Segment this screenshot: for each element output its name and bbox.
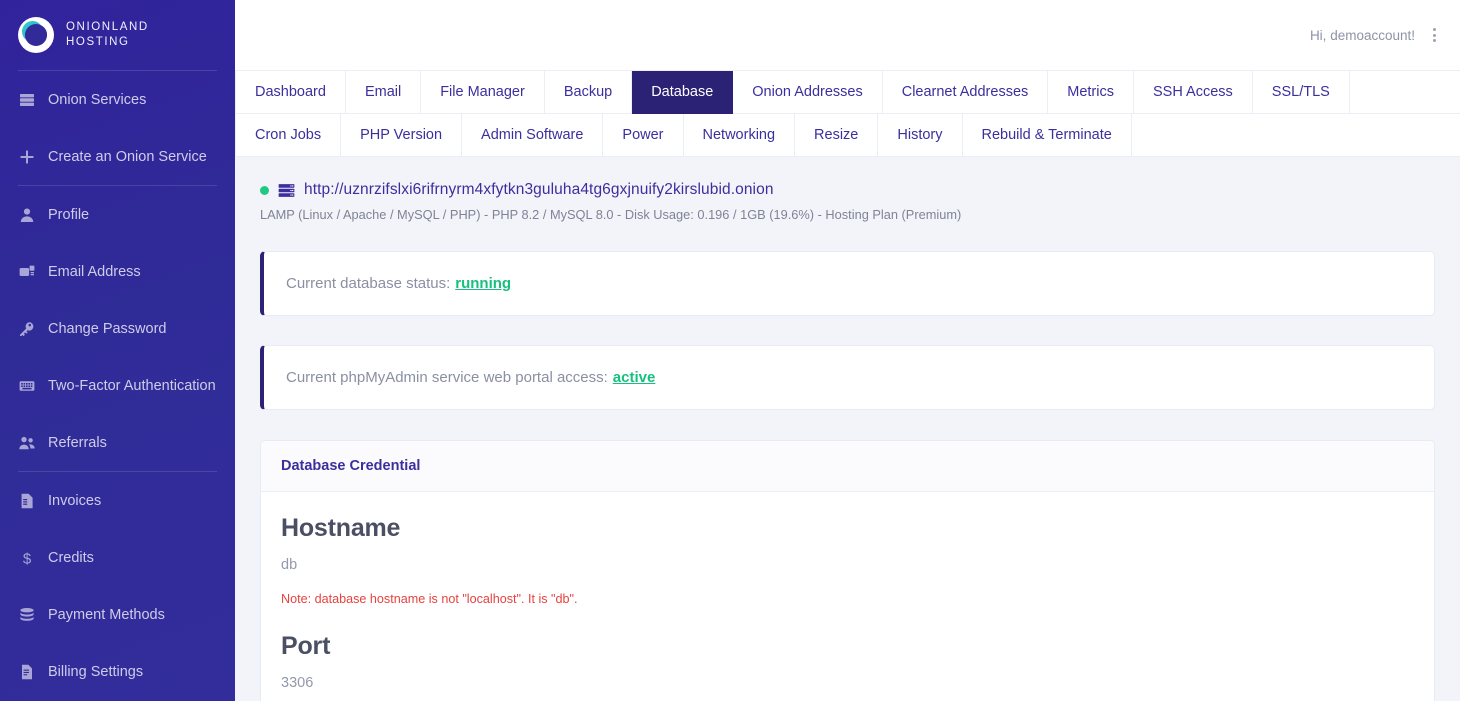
tab-row-filler <box>1349 71 1460 114</box>
card-body: Hostname db Note: database hostname is n… <box>261 492 1434 701</box>
sidebar-item-label: Referrals <box>48 434 107 451</box>
phpmyadmin-status-label: Current phpMyAdmin service web portal ac… <box>286 369 608 386</box>
service-tabs: Dashboard Email File Manager Backup Data… <box>235 70 1460 157</box>
field-port: Port 3306 <box>281 632 1414 691</box>
mailbox-icon <box>18 263 35 280</box>
sidebar-item-change-password[interactable]: Change Password <box>0 300 235 357</box>
card-title: Database Credential <box>261 441 1434 492</box>
service-summary: LAMP (Linux / Apache / MySQL / PHP) - PH… <box>260 207 962 222</box>
invoice-icon <box>18 492 35 509</box>
database-status-alert: Current database status: running <box>260 251 1435 316</box>
sidebar-item-label: Credits <box>48 549 94 566</box>
tab-networking[interactable]: Networking <box>683 114 796 157</box>
tab-row-primary: Dashboard Email File Manager Backup Data… <box>235 71 1460 114</box>
database-status-label: Current database status: <box>286 275 451 292</box>
field-note: Note: database hostname is not "localhos… <box>281 592 578 606</box>
topbar: Hi, demoaccount! <box>235 0 1460 70</box>
tab-database[interactable]: Database <box>632 71 734 114</box>
field-title: Hostname <box>281 514 401 542</box>
sidebar-item-label: Profile <box>48 206 90 223</box>
onion-service-url[interactable]: http://uznrzifslxi6rifrnyrm4xfytkn3guluh… <box>304 181 774 199</box>
service-header: http://uznrzifslxi6rifrnyrm4xfytkn3guluh… <box>260 181 1435 199</box>
plus-icon <box>18 148 35 165</box>
tab-row-filler <box>1131 114 1460 157</box>
tab-onion-addresses[interactable]: Onion Addresses <box>733 71 883 114</box>
database-credential-card: Database Credential Hostname db Note: da… <box>260 440 1435 701</box>
field-title: Port <box>281 632 331 660</box>
key-icon <box>18 320 35 337</box>
sidebar-item-credits[interactable]: $ Credits <box>0 529 235 586</box>
field-value: db <box>281 557 298 573</box>
onion-ring-logo-icon <box>18 17 54 53</box>
tab-ssl-tls[interactable]: SSL/TLS <box>1252 71 1350 114</box>
sidebar-item-label: Email Address <box>48 263 141 280</box>
phpmyadmin-status-alert: Current phpMyAdmin service web portal ac… <box>260 345 1435 410</box>
sidebar-item-label: Invoices <box>48 492 102 509</box>
sidebar-item-payment-methods[interactable]: Payment Methods <box>0 586 235 643</box>
users-icon <box>18 434 35 451</box>
document-icon <box>18 663 35 680</box>
field-hostname: Hostname db Note: database hostname is n… <box>281 514 1414 606</box>
sidebar-item-billing-settings[interactable]: Billing Settings <box>0 643 235 700</box>
brand-line-2: HOSTING <box>66 36 130 48</box>
dollar-icon: $ <box>18 549 35 566</box>
field-value: 3306 <box>281 675 314 691</box>
tab-dashboard[interactable]: Dashboard <box>235 71 346 114</box>
tab-row-secondary: Cron Jobs PHP Version Admin Software Pow… <box>235 114 1460 157</box>
sidebar: ONIONLAND HOSTING Onion Services Create … <box>0 0 235 701</box>
tab-php-version[interactable]: PHP Version <box>341 114 463 157</box>
brand-text: ONIONLAND HOSTING <box>66 20 149 50</box>
tab-metrics[interactable]: Metrics <box>1048 71 1134 114</box>
tab-backup[interactable]: Backup <box>544 71 633 114</box>
tab-email[interactable]: Email <box>345 71 422 114</box>
phpmyadmin-status-value[interactable]: active <box>613 369 656 386</box>
sidebar-item-label: Create an Onion Service <box>48 148 207 165</box>
keypad-icon <box>18 377 35 394</box>
database-status-value[interactable]: running <box>455 275 511 292</box>
sidebar-item-invoices[interactable]: Invoices <box>0 472 235 529</box>
tab-resize[interactable]: Resize <box>795 114 879 157</box>
kebab-menu-icon[interactable] <box>1427 22 1442 48</box>
user-icon <box>18 206 35 223</box>
tab-power[interactable]: Power <box>603 114 684 157</box>
tab-history[interactable]: History <box>878 114 963 157</box>
sidebar-item-email-address[interactable]: Email Address <box>0 243 235 300</box>
user-greeting: Hi, demoaccount! <box>1309 27 1415 43</box>
sidebar-item-label: Billing Settings <box>48 663 144 680</box>
sidebar-item-two-factor-authentication[interactable]: Two-Factor Authentication <box>0 357 235 414</box>
server-rack-icon <box>278 182 295 199</box>
brand-line-1: ONIONLAND <box>66 21 149 33</box>
sidebar-item-label: Payment Methods <box>48 606 165 623</box>
tab-admin-software[interactable]: Admin Software <box>462 114 604 157</box>
status-dot-icon <box>260 185 269 195</box>
tab-ssh-access[interactable]: SSH Access <box>1134 71 1253 114</box>
server-rack-icon <box>18 91 35 108</box>
coins-icon <box>18 606 35 623</box>
tab-rebuild-terminate[interactable]: Rebuild & Terminate <box>962 114 1132 157</box>
tab-cron-jobs[interactable]: Cron Jobs <box>235 114 342 157</box>
sidebar-item-profile[interactable]: Profile <box>0 186 235 243</box>
brand-logo[interactable]: ONIONLAND HOSTING <box>0 0 235 70</box>
svg-text:$: $ <box>22 550 31 566</box>
sidebar-item-label: Two-Factor Authentication <box>48 377 216 394</box>
main-area: Hi, demoaccount! Dashboard Email File Ma… <box>235 0 1460 701</box>
tab-file-manager[interactable]: File Manager <box>421 71 545 114</box>
sidebar-item-label: Onion Services <box>48 91 147 108</box>
content-panel: http://uznrzifslxi6rifrnyrm4xfytkn3guluh… <box>235 157 1460 701</box>
sidebar-item-create-onion-service[interactable]: Create an Onion Service <box>0 128 235 185</box>
app-root: ONIONLAND HOSTING Onion Services Create … <box>0 0 1460 701</box>
sidebar-item-label: Change Password <box>48 320 167 337</box>
tab-clearnet-addresses[interactable]: Clearnet Addresses <box>882 71 1049 114</box>
sidebar-item-referrals[interactable]: Referrals <box>0 414 235 471</box>
sidebar-item-onion-services[interactable]: Onion Services <box>0 71 235 128</box>
